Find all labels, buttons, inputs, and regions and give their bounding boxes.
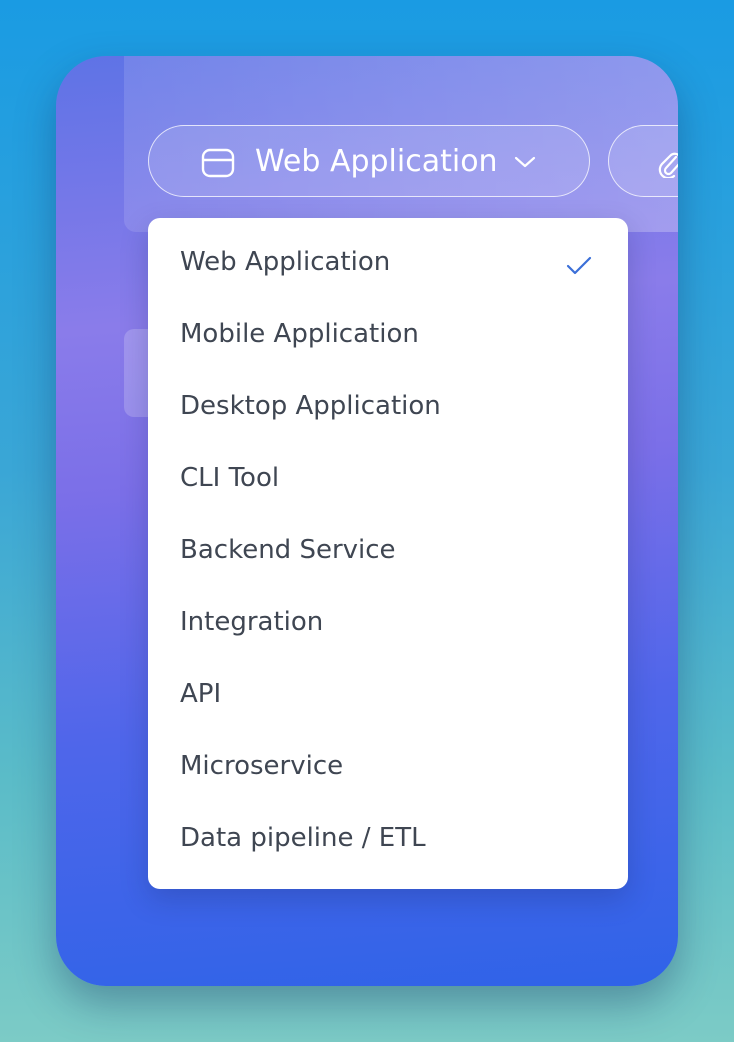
dropdown-option-label: Web Application xyxy=(180,247,391,277)
dropdown-option-label: Microservice xyxy=(180,751,344,781)
dropdown-option-label: CLI Tool xyxy=(180,463,280,493)
dropdown-option-label: Mobile Application xyxy=(180,319,419,349)
project-type-dropdown: Web Application Mobile Application Desktop… xyxy=(148,218,628,889)
dropdown-option[interactable]: API xyxy=(148,658,628,730)
dropdown-option-label: Desktop Application xyxy=(180,391,441,421)
selected-type-label: Web Application xyxy=(255,144,498,179)
dropdown-option-label: Data pipeline / ETL xyxy=(180,823,426,853)
attach-button[interactable] xyxy=(608,125,678,197)
dropdown-option[interactable]: Microservice xyxy=(148,730,628,802)
dropdown-option-label: API xyxy=(180,679,222,709)
app-window: Web Application Web Application Mobile Ap… xyxy=(56,56,678,986)
database-icon xyxy=(201,148,235,178)
paperclip-icon xyxy=(657,148,678,180)
checkmark-icon xyxy=(566,253,592,275)
dropdown-option[interactable]: Integration xyxy=(148,586,628,658)
project-type-select[interactable]: Web Application xyxy=(148,125,590,197)
dropdown-option-label: Backend Service xyxy=(180,535,396,565)
dropdown-option[interactable]: Data pipeline / ETL xyxy=(148,802,628,874)
chevron-down-icon xyxy=(513,154,537,170)
dropdown-option-selected[interactable]: Web Application xyxy=(148,226,628,298)
dropdown-option-label: Integration xyxy=(180,607,324,637)
dropdown-option[interactable]: Desktop Application xyxy=(148,370,628,442)
dropdown-option[interactable]: Backend Service xyxy=(148,514,628,586)
dropdown-option[interactable]: CLI Tool xyxy=(148,442,628,514)
dropdown-option[interactable]: Mobile Application xyxy=(148,298,628,370)
